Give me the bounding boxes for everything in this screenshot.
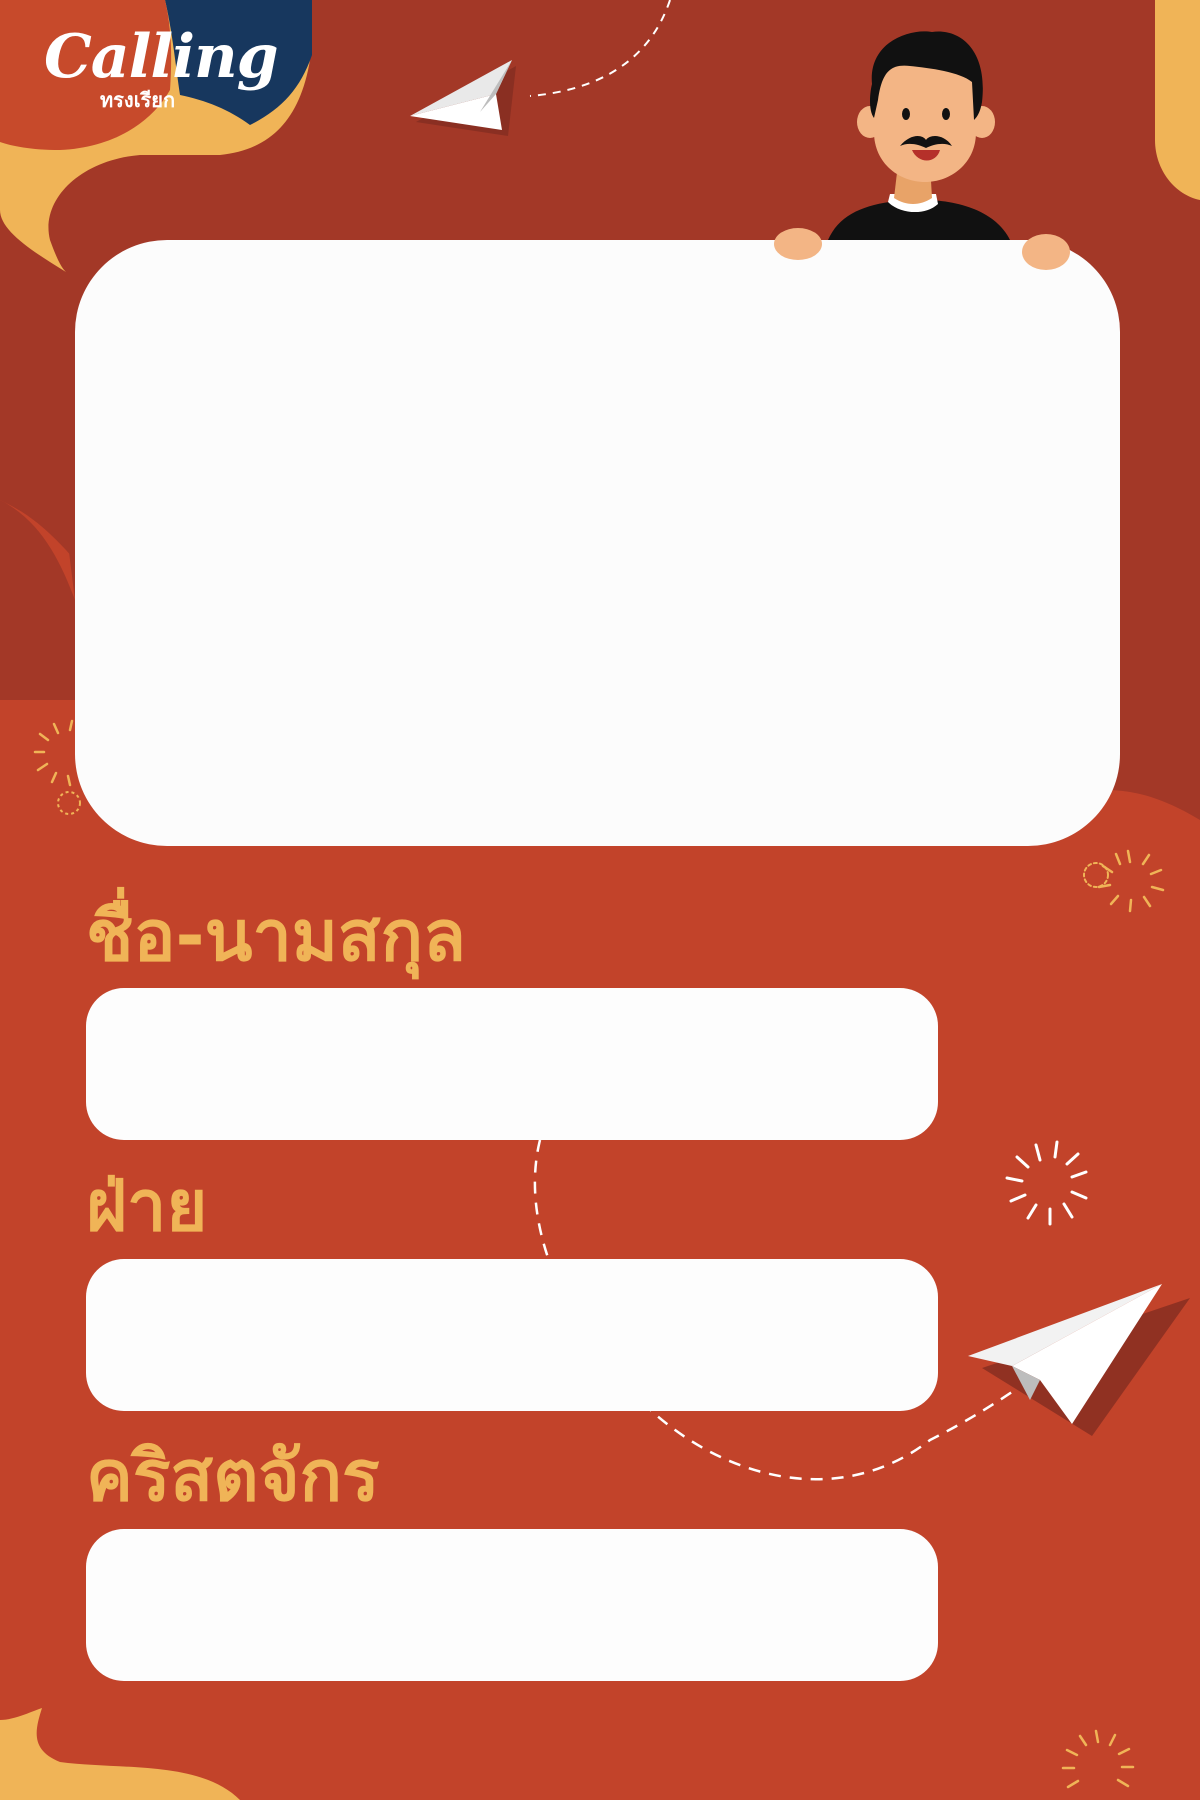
yellow-blob-bottom-left: [0, 1708, 240, 1800]
photo-area[interactable]: [75, 240, 1120, 846]
brand-logo: Calling ทรงเรียก: [44, 22, 279, 122]
department-field-label: ฝ่าย: [86, 1165, 208, 1247]
firework-burst-icon: [1061, 1729, 1135, 1789]
name-field-label: ชื่อ-นามสกุล: [86, 895, 466, 977]
name-card-template: Calling ทรงเรียก ชื่อ-นามสกุล ฝ่าย คริสต…: [0, 0, 1200, 1800]
firework-burst-icon: [1005, 1140, 1088, 1226]
character-illustration: [774, 31, 1070, 270]
department-input[interactable]: [86, 1259, 938, 1411]
name-input[interactable]: [86, 988, 938, 1140]
firework-burst-icon: [33, 719, 74, 787]
firework-burst-icon: [57, 791, 81, 815]
church-input[interactable]: [86, 1529, 938, 1681]
firework-burst-icon: [1097, 849, 1165, 913]
firework-burst-icon: [1083, 862, 1109, 888]
church-field-label: คริสตจักร: [86, 1435, 380, 1517]
logo-subtitle: ทรงเรียก: [100, 88, 176, 112]
logo-wordmark: Calling: [44, 22, 279, 92]
paper-plane-icon: [968, 1284, 1190, 1436]
